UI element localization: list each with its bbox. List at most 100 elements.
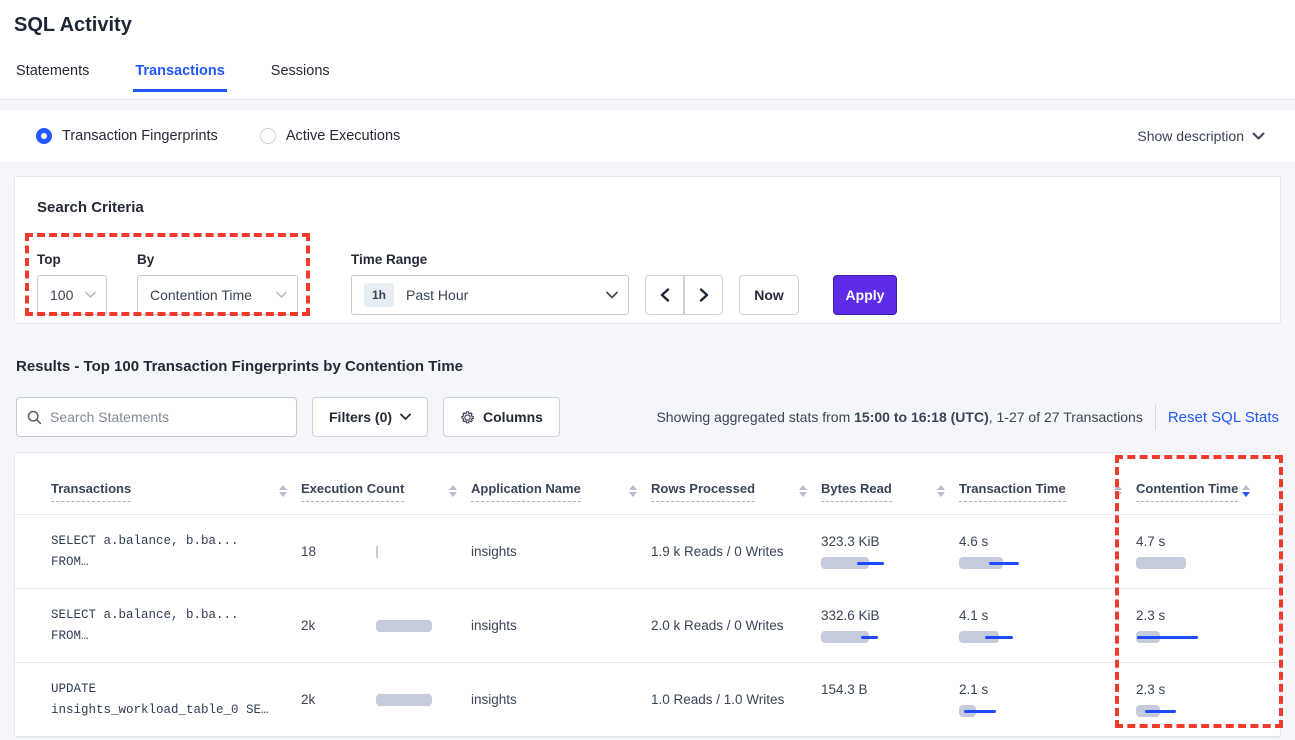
column-header-bytes-read[interactable]: Bytes Read	[821, 481, 959, 502]
table-row[interactable]: SELECT a.balance, b.ba... FROM… 18 insig…	[15, 515, 1280, 589]
bytes-read-cell: 323.3 KiB	[821, 534, 959, 569]
gear-icon	[460, 410, 475, 425]
time-nav-group	[645, 275, 723, 315]
aggregated-stats-text: Showing aggregated stats from 15:00 to 1…	[656, 409, 1142, 425]
transaction-time-cell: 2.1 s	[959, 682, 1136, 717]
contention-time-bar	[1136, 705, 1202, 717]
sort-icon[interactable]	[1114, 485, 1122, 497]
column-header-transaction-time[interactable]: Transaction Time	[959, 481, 1136, 502]
page-title: SQL Activity	[14, 14, 1281, 37]
divider	[1155, 404, 1156, 430]
execution-count-bar	[376, 694, 442, 706]
results-heading: Results - Top 100 Transaction Fingerprin…	[16, 358, 1295, 375]
top-select[interactable]: 100	[37, 275, 107, 315]
table-row[interactable]: UPDATE insights_workload_table_0 SE… 2k …	[15, 663, 1280, 737]
chevron-down-icon	[1252, 132, 1265, 141]
by-label: By	[137, 252, 298, 267]
time-range-value: Past Hour	[406, 287, 468, 303]
bytes-read-cell: 154.3 B	[821, 682, 959, 717]
column-header-contention-time[interactable]: Contention Time	[1136, 481, 1264, 502]
show-description-label: Show description	[1137, 128, 1244, 144]
columns-button[interactable]: Columns	[443, 397, 560, 437]
radio-transaction-fingerprints[interactable]: Transaction Fingerprints	[36, 128, 218, 144]
sort-icon[interactable]	[629, 485, 637, 497]
time-range-label: Time Range	[351, 252, 629, 267]
transaction-fingerprint-link[interactable]: SELECT a.balance, b.ba... FROM…	[51, 531, 301, 573]
column-header-execution-count[interactable]: Execution Count	[301, 481, 471, 502]
by-select-value: Contention Time	[150, 287, 252, 303]
top-field: Top 100	[37, 252, 107, 315]
application-name-cell: insights	[471, 692, 651, 707]
column-header-transactions[interactable]: Transactions	[51, 481, 301, 502]
radio-label: Active Executions	[286, 128, 400, 144]
chevron-down-icon	[276, 291, 287, 299]
transaction-time-bar	[959, 631, 1025, 643]
column-header-rows-processed[interactable]: Rows Processed	[651, 481, 821, 502]
radio-selected-icon[interactable]	[36, 128, 52, 144]
transaction-time-bar	[959, 705, 1025, 717]
column-header-application-name[interactable]: Application Name	[471, 481, 651, 502]
tab-sessions[interactable]: Sessions	[271, 63, 330, 91]
application-name-cell: insights	[471, 618, 651, 633]
now-button[interactable]: Now	[739, 275, 799, 315]
page-header: SQL Activity Statements Transactions Ses…	[0, 0, 1295, 100]
tab-transactions[interactable]: Transactions	[135, 63, 224, 91]
execution-count-cell: 18	[301, 544, 471, 559]
show-description-toggle[interactable]: Show description	[1137, 128, 1265, 144]
execution-count-cell: 2k	[301, 692, 471, 707]
search-criteria-heading: Search Criteria	[37, 199, 1258, 216]
rows-processed-cell: 1.9 k Reads / 0 Writes	[651, 544, 821, 559]
search-criteria-card: Search Criteria Top 100 By Contention Ti…	[14, 176, 1281, 324]
table-header-row: Transactions Execution Count Application…	[15, 468, 1280, 515]
apply-button[interactable]: Apply	[833, 275, 897, 315]
radio-active-executions[interactable]: Active Executions	[260, 128, 400, 144]
reset-sql-stats-link[interactable]: Reset SQL Stats	[1168, 409, 1279, 426]
time-range-field: Time Range 1h Past Hour	[351, 252, 629, 315]
time-prev-button[interactable]	[645, 275, 684, 315]
application-name-cell: insights	[471, 544, 651, 559]
chevron-down-icon	[400, 413, 411, 421]
sort-icon-active-desc[interactable]	[1242, 485, 1250, 497]
by-field: By Contention Time	[137, 252, 298, 315]
top-label: Top	[37, 252, 107, 267]
chevron-down-icon	[85, 291, 96, 299]
chevron-down-icon	[606, 291, 618, 299]
sort-icon[interactable]	[799, 485, 807, 497]
tab-bar: Statements Transactions Sessions	[14, 63, 1281, 91]
table-row[interactable]: SELECT a.balance, b.ba... FROM… 2k insig…	[15, 589, 1280, 663]
filters-button[interactable]: Filters (0)	[312, 397, 428, 437]
time-next-button[interactable]	[684, 275, 723, 315]
time-range-badge: 1h	[364, 283, 394, 307]
tab-statements[interactable]: Statements	[16, 63, 89, 91]
transaction-fingerprint-link[interactable]: UPDATE insights_workload_table_0 SE…	[51, 679, 301, 721]
transaction-time-bar	[959, 557, 1025, 569]
contention-time-cell: 2.3 s	[1136, 682, 1264, 717]
contention-time-bar	[1136, 631, 1202, 643]
transaction-time-cell: 4.6 s	[959, 534, 1136, 569]
transaction-fingerprint-link[interactable]: SELECT a.balance, b.ba... FROM…	[51, 605, 301, 647]
filters-label: Filters (0)	[329, 409, 392, 425]
contention-time-bar	[1136, 557, 1202, 569]
bytes-read-cell: 332.6 KiB	[821, 608, 959, 643]
execution-count-bar	[376, 546, 442, 558]
rows-processed-cell: 1.0 Reads / 1.0 Writes	[651, 692, 821, 707]
rows-processed-cell: 2.0 k Reads / 0 Writes	[651, 618, 821, 633]
sort-icon[interactable]	[449, 485, 457, 497]
by-select[interactable]: Contention Time	[137, 275, 298, 315]
sort-icon[interactable]	[937, 485, 945, 497]
execution-count-bar	[376, 620, 442, 632]
results-controls: Filters (0) Columns Showing aggregated s…	[16, 397, 1281, 437]
bytes-read-bar	[821, 557, 887, 569]
sort-icon[interactable]	[279, 485, 287, 497]
radio-label: Transaction Fingerprints	[62, 128, 218, 144]
search-statements-input[interactable]	[50, 409, 286, 425]
radio-unselected-icon[interactable]	[260, 128, 276, 144]
search-icon	[27, 410, 42, 425]
contention-time-cell: 4.7 s	[1136, 534, 1264, 569]
time-range-select[interactable]: 1h Past Hour	[351, 275, 629, 315]
top-select-value: 100	[50, 287, 73, 303]
contention-time-cell: 2.3 s	[1136, 608, 1264, 643]
transaction-time-cell: 4.1 s	[959, 608, 1136, 643]
search-statements-box[interactable]	[16, 397, 297, 437]
columns-label: Columns	[483, 409, 543, 425]
